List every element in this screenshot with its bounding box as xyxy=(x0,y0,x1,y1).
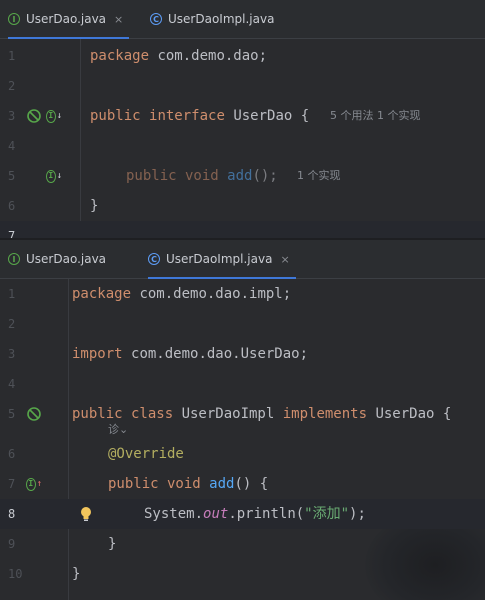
code-editor-top[interactable]: 1 package com.demo.dao; 2 3 I ↓ public in… xyxy=(0,39,485,240)
code-line[interactable]: 10 } xyxy=(0,559,485,589)
usages-hint[interactable]: 5 个用法 1 个实现 xyxy=(330,101,421,131)
code-text: @Override xyxy=(108,446,184,462)
tab-userdaoimpl[interactable]: C UserDaoImpl.java × xyxy=(148,240,296,279)
tab-label: UserDao.java xyxy=(26,12,107,26)
class-icon: C xyxy=(150,13,162,25)
editor-pane-top: I UserDao.java × C UserDaoImpl.java 1 pa… xyxy=(0,0,485,240)
code-line[interactable]: 1 package com.demo.dao; xyxy=(0,41,485,71)
code-text: public interface UserDao { xyxy=(90,108,318,124)
code-line[interactable]: 4 xyxy=(0,369,485,399)
close-icon[interactable]: × xyxy=(114,13,123,26)
code-text: System.out.println("添加"); xyxy=(144,506,366,522)
code-line[interactable]: 7 I ↑ public void add() { xyxy=(0,469,485,499)
tab-userdao[interactable]: I UserDao.java × xyxy=(8,0,130,39)
close-icon[interactable]: × xyxy=(280,253,289,266)
code-text: public class UserDaoImpl implements User… xyxy=(72,406,452,422)
code-line[interactable]: 2 xyxy=(0,309,485,339)
implementations-hint[interactable]: 1 个实现 xyxy=(297,161,341,191)
implements-method-icon[interactable]: I ↑ xyxy=(26,476,42,492)
code-line[interactable]: 5 public class UserDaoImpl implements Us… xyxy=(0,399,485,429)
code-text: } xyxy=(108,536,117,552)
code-line[interactable]: 9 } xyxy=(0,529,485,559)
code-text: } xyxy=(90,198,99,214)
code-text: package com.demo.dao; xyxy=(90,48,268,64)
interface-icon: I xyxy=(8,13,20,25)
no-usages-icon[interactable] xyxy=(26,406,42,422)
no-usages-icon[interactable] xyxy=(26,108,42,124)
tab-bar-top: I UserDao.java × C UserDaoImpl.java xyxy=(0,0,485,39)
code-line[interactable]: 2 xyxy=(0,71,485,101)
code-line[interactable]: 3 I ↓ public interface UserDao { 5 个用法 1 … xyxy=(0,101,485,131)
tab-label: UserDaoImpl.java xyxy=(168,12,275,26)
code-line[interactable]: 4 xyxy=(0,131,485,161)
editor-pane-bottom: I UserDao.java C UserDaoImpl.java × 1 pa… xyxy=(0,240,485,600)
class-icon: C xyxy=(148,253,160,265)
code-line[interactable]: 6 @Override xyxy=(0,439,485,469)
code-text: import com.demo.dao.UserDao; xyxy=(72,346,309,362)
author-hint[interactable]: 诊⌄ xyxy=(108,423,128,437)
code-editor-bottom[interactable]: 1 package com.demo.dao.impl; 2 3 import … xyxy=(0,279,485,600)
code-line[interactable]: 1 package com.demo.dao.impl; xyxy=(0,279,485,309)
lightbulb-icon[interactable] xyxy=(78,506,94,522)
code-text: } xyxy=(72,566,81,582)
code-text: public void add(); xyxy=(126,168,278,184)
code-line[interactable]: 3 import com.demo.dao.UserDao; xyxy=(0,339,485,369)
tab-label: UserDaoImpl.java xyxy=(166,252,273,266)
code-line-current[interactable]: 8 System.out.println("添加"); xyxy=(0,499,485,529)
tab-label: UserDao.java xyxy=(26,252,107,266)
tab-userdao[interactable]: I UserDao.java xyxy=(8,240,106,278)
code-line[interactable]: 6 } xyxy=(0,191,485,221)
tab-userdaoimpl[interactable]: C UserDaoImpl.java xyxy=(150,0,274,38)
code-text: package com.demo.dao.impl; xyxy=(72,286,292,302)
tab-bar-bottom: I UserDao.java C UserDaoImpl.java × xyxy=(0,240,485,279)
implemented-icon[interactable]: I ↓ xyxy=(46,108,62,124)
code-line[interactable]: 5 I ↓ public void add(); 1 个实现 xyxy=(0,161,485,191)
code-text: public void add() { xyxy=(108,476,269,492)
interface-icon: I xyxy=(8,253,20,265)
implemented-icon[interactable]: I ↓ xyxy=(46,168,62,184)
